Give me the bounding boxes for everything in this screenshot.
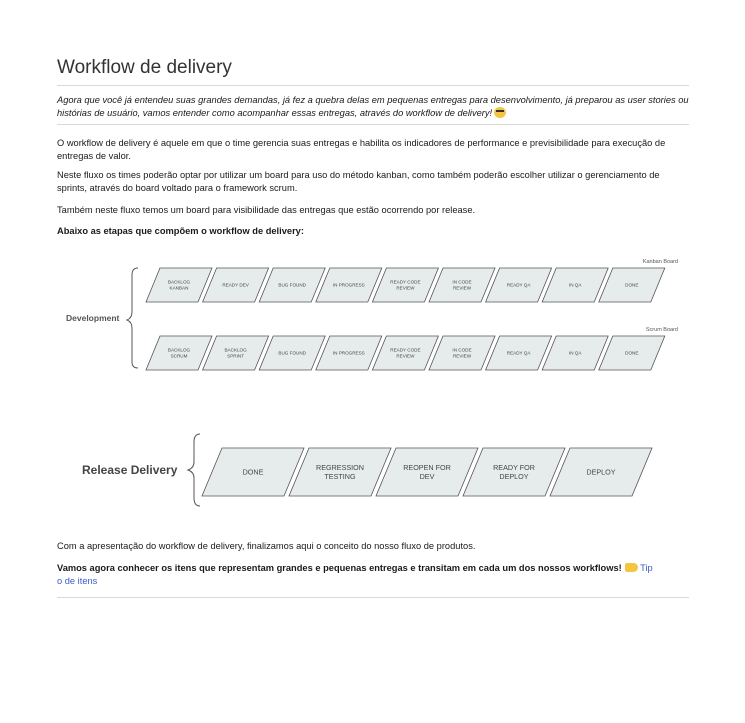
workflow-step: BACKLOGSPRINT: [202, 335, 270, 371]
development-label: Development: [66, 313, 120, 323]
workflow-step-label: IN CODE: [452, 348, 471, 353]
release-delivery-label: Release Delivery: [82, 463, 178, 477]
workflow-step-label: IN CODE: [452, 280, 471, 285]
workflow-step: DONE: [598, 335, 666, 371]
workflow-step-label: DEPLOY: [586, 468, 615, 477]
workflow-step: IN CODEREVIEW: [428, 267, 496, 303]
development-brace: [125, 267, 139, 369]
workflow-step: READY QA: [485, 267, 553, 303]
workflow-step: BUG FOUND: [258, 335, 326, 371]
workflow-step-label: KANBAN: [170, 286, 189, 291]
workflow-step-label: BACKLOG: [168, 348, 191, 353]
workflow-step: BACKLOGKANBAN: [145, 267, 213, 303]
workflow-step-label: DEPLOY: [499, 472, 528, 481]
workflow-step: READY CODEREVIEW: [371, 267, 439, 303]
workflow-step-label: IN PROGRESS: [333, 283, 365, 288]
workflow-step: READY FORDEPLOY: [462, 447, 566, 497]
workflow-step-label: BUG FOUND: [278, 283, 306, 288]
workflow-step: DONE: [201, 447, 305, 497]
workflow-step-label: READY QA: [507, 351, 532, 356]
workflow-step-label: SPRINT: [227, 354, 244, 359]
release-brace: [186, 433, 201, 507]
workflow-step-label: DEV: [420, 472, 435, 481]
workflow-step: READY DEV: [202, 267, 270, 303]
workflow-step-label: REOPEN FOR: [403, 463, 451, 472]
workflow-step-label: READY FOR: [493, 463, 535, 472]
workflow-step-label: IN PROGRESS: [333, 351, 365, 356]
workflow-step-label: REGRESSION: [316, 463, 364, 472]
workflow-step: DONE: [598, 267, 666, 303]
workflow-step-label: BUG FOUND: [278, 351, 306, 356]
workflow-step-label: IN QA: [569, 283, 582, 288]
workflow-step-label: REVIEW: [396, 286, 415, 291]
workflow-step: BUG FOUND: [258, 267, 326, 303]
workflow-step-label: DONE: [625, 283, 638, 288]
workflow-step: IN QA: [541, 335, 609, 371]
workflow-step-label: DONE: [625, 351, 638, 356]
workflow-step-label: REVIEW: [453, 286, 472, 291]
workflow-step-label: READY CODE: [390, 348, 420, 353]
workflow-step: READY QA: [485, 335, 553, 371]
workflow-step: BACKLOGSCRUM: [145, 335, 213, 371]
scrum-board-label: Scrum Board: [646, 327, 678, 333]
kanban-board-label: Kanban Board: [643, 259, 678, 265]
workflow-step-label: REVIEW: [453, 354, 472, 359]
workflow-step: DEPLOY: [549, 447, 653, 497]
workflow-step: IN CODEREVIEW: [428, 335, 496, 371]
workflow-step-label: REVIEW: [396, 354, 415, 359]
workflow-step: IN PROGRESS: [315, 335, 383, 371]
workflow-step-label: BACKLOG: [224, 348, 247, 353]
scrum-board-row: BACKLOGSCRUMBACKLOGSPRINTBUG FOUND IN PRO…: [145, 335, 666, 371]
workflow-step: IN QA: [541, 267, 609, 303]
workflow-step: REOPEN FORDEV: [375, 447, 479, 497]
workflow-step: REGRESSIONTESTING: [288, 447, 392, 497]
workflow-step-label: BACKLOG: [168, 280, 191, 285]
workflow-step-label: TESTING: [324, 472, 356, 481]
workflow-diagram: Development Kanban Board Scrum Board BAC…: [66, 259, 678, 507]
workflow-step: READY CODEREVIEW: [371, 335, 439, 371]
workflow-step-label: DONE: [243, 468, 264, 477]
workflow-step-label: SCRUM: [171, 354, 188, 359]
workflow-step: IN PROGRESS: [315, 267, 383, 303]
workflow-step-label: READY QA: [507, 283, 532, 288]
workflow-step-label: READY DEV: [222, 283, 249, 288]
release-delivery-row: DONE REGRESSIONTESTINGREOPEN FORDEVREADY …: [201, 447, 653, 497]
workflow-step-label: IN QA: [569, 351, 582, 356]
kanban-board-row: BACKLOGKANBAN READY DEV BUG FOUND IN PROGRE…: [145, 267, 666, 303]
workflow-step-label: READY CODE: [390, 280, 420, 285]
